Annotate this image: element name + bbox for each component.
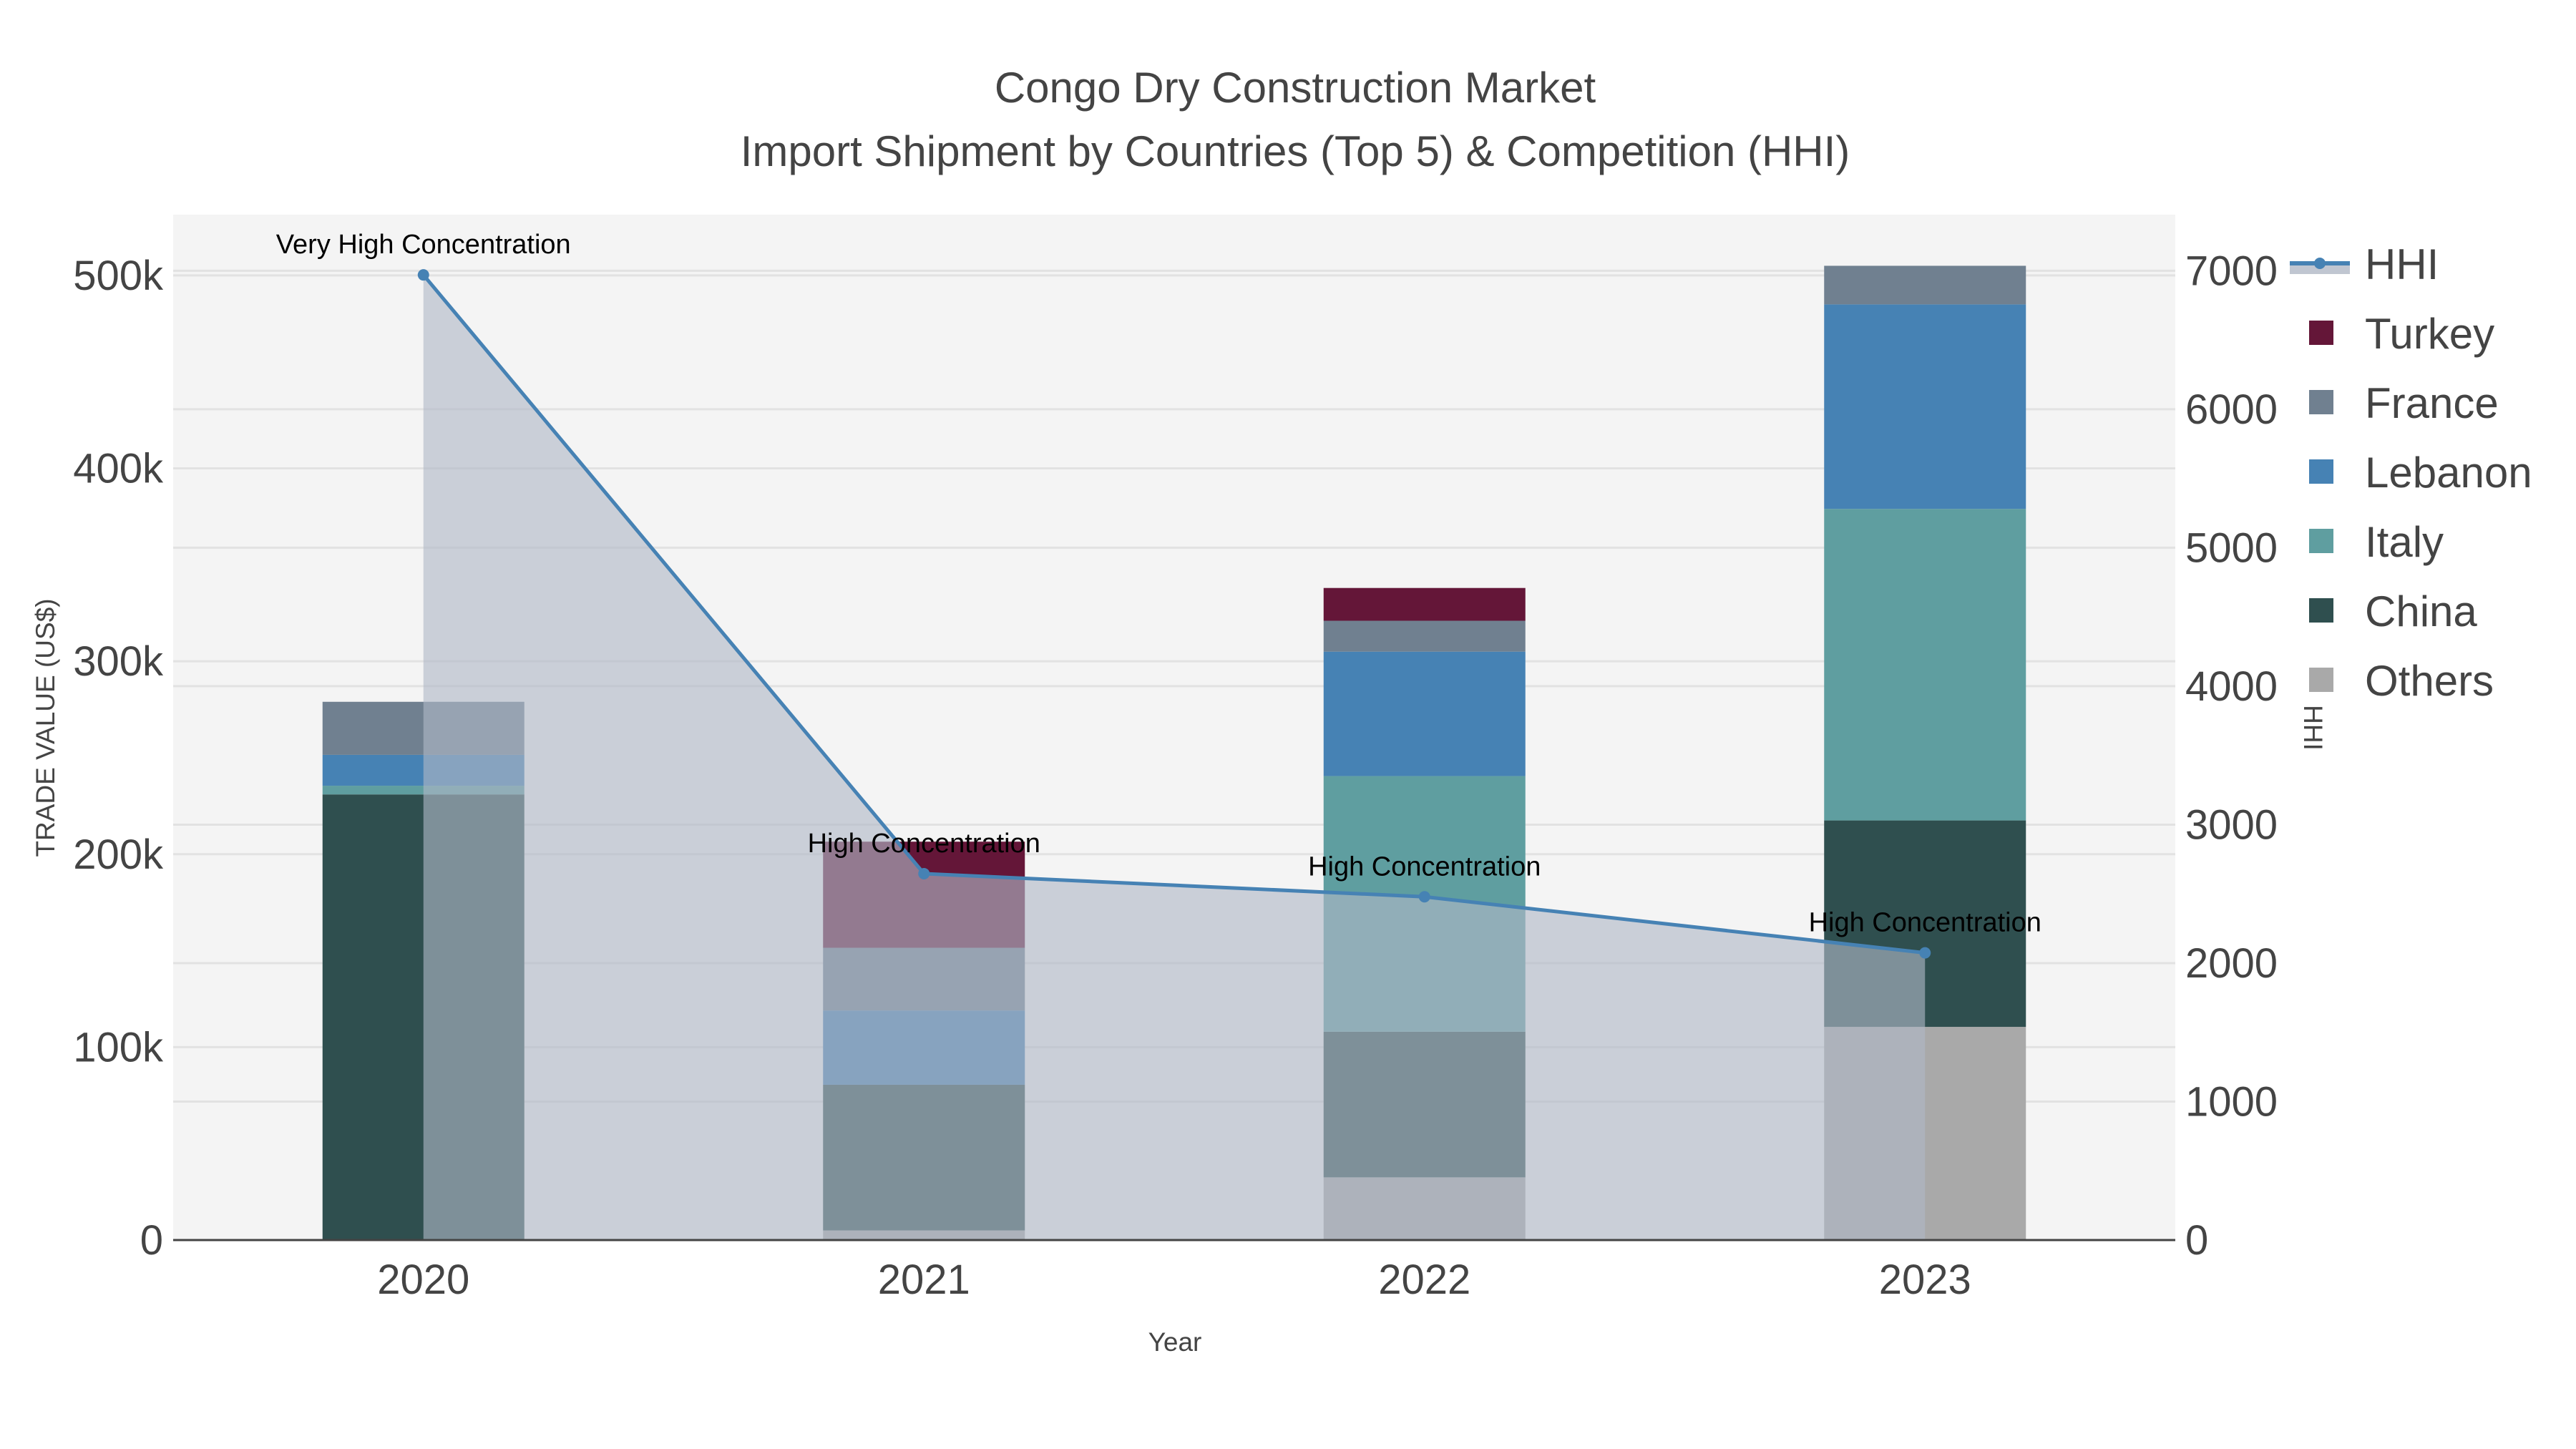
bar-turkey-2022 <box>1323 587 1526 621</box>
legend-swatch-turkey <box>2309 321 2333 345</box>
legend-swatch-france <box>2309 390 2333 414</box>
bar-italy-2023 <box>1824 509 2026 821</box>
y-tick-label: 400k <box>73 446 164 492</box>
y-tick-label: 200k <box>73 831 164 878</box>
y2-tick-label: 3000 <box>2185 801 2278 848</box>
hhi-point <box>1418 891 1430 903</box>
y2-axis-label: HHI <box>2298 705 2328 751</box>
x-tick-label: 2021 <box>878 1257 970 1303</box>
legend-label-france[interactable]: France <box>2365 379 2499 427</box>
hhi-annotation: High Concentration <box>1308 852 1541 882</box>
hhi-annotation: High Concentration <box>1809 908 2041 938</box>
y2-tick-label: 0 <box>2185 1217 2208 1264</box>
x-axis-label: Year <box>1148 1327 1202 1357</box>
legend-swatch-china <box>2309 598 2333 623</box>
y2-tick-label: 2000 <box>2185 940 2278 987</box>
y-axis-label: TRADE VALUE (US$) <box>31 598 60 857</box>
legend-hhi-marker-icon <box>2314 258 2326 269</box>
y-tick-label: 0 <box>140 1217 163 1264</box>
x-tick-label: 2020 <box>377 1257 469 1303</box>
legend-swatch-italy <box>2309 529 2333 553</box>
chart-subtitle: Import Shipment by Countries (Top 5) & C… <box>741 127 1850 175</box>
x-tick-label: 2023 <box>1879 1257 1971 1303</box>
legend-label-lebanon[interactable]: Lebanon <box>2365 449 2532 497</box>
y-tick-label: 300k <box>73 638 164 685</box>
y2-tick-label: 5000 <box>2185 525 2278 571</box>
hhi-annotation: High Concentration <box>808 829 1040 859</box>
bar-lebanon-2022 <box>1323 651 1526 776</box>
y2-tick-label: 1000 <box>2185 1078 2278 1125</box>
bar-france-2023 <box>1824 265 2026 305</box>
legend-label-others[interactable]: Others <box>2365 657 2494 705</box>
x-tick-label: 2022 <box>1378 1257 1470 1303</box>
y2-tick-label: 7000 <box>2185 248 2278 294</box>
hhi-annotation: Very High Concentration <box>276 230 571 260</box>
legend-label-china[interactable]: China <box>2365 587 2477 635</box>
chart-title: Congo Dry Construction Market <box>995 64 1596 112</box>
bar-france-2022 <box>1323 620 1526 652</box>
hhi-point <box>918 867 930 879</box>
y-tick-label: 100k <box>73 1024 164 1070</box>
bar-lebanon-2023 <box>1824 304 2026 509</box>
legend-swatch-others <box>2309 668 2333 692</box>
legend-label-hhi[interactable]: HHI <box>2365 240 2439 288</box>
legend-label-turkey[interactable]: Turkey <box>2365 310 2494 358</box>
y-tick-label: 500k <box>73 253 164 299</box>
hhi-point <box>1919 947 1931 959</box>
hhi-point <box>417 269 429 281</box>
y2-tick-label: 6000 <box>2185 386 2278 433</box>
legend-label-italy[interactable]: Italy <box>2365 518 2444 566</box>
chart: Congo Dry Construction Market Import Shi… <box>31 64 2532 1357</box>
legend-swatch-lebanon <box>2309 459 2333 484</box>
y2-tick-label: 4000 <box>2185 663 2278 710</box>
